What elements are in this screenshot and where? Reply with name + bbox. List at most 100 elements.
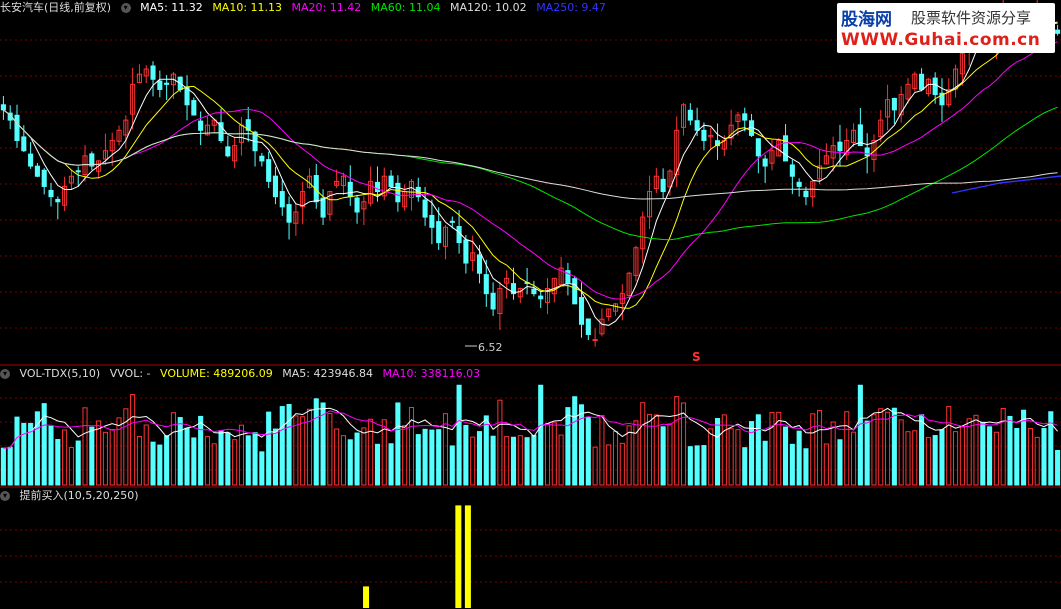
volume-bar (327, 413, 333, 486)
candle-body (191, 100, 197, 116)
candle-body (259, 155, 265, 162)
logo-subtitle: 股票软件资源分享 (911, 9, 1032, 27)
volume-bar (293, 415, 299, 486)
dropdown-circle-icon[interactable]: ▾ (0, 369, 10, 379)
volume-bar (211, 443, 217, 486)
volume-bar (218, 430, 224, 486)
volume-bar (585, 416, 591, 486)
volume-bar (755, 414, 761, 486)
volume-bar (116, 417, 122, 486)
volume-bar (803, 448, 809, 486)
volume-bar (1027, 428, 1033, 486)
candle-body (422, 199, 428, 218)
candle-body (483, 274, 489, 295)
volume-bar (136, 435, 142, 486)
candle-body (14, 114, 20, 142)
signal-bars (363, 505, 471, 608)
volume-bar (313, 398, 319, 486)
candle-body (803, 190, 809, 198)
volume-bar (769, 411, 775, 486)
volume-bar (919, 414, 925, 486)
candle-body (919, 73, 925, 90)
volume-value: VOLUME: 489206.09 (160, 367, 273, 380)
ma250-value: MA250: 9.47 (536, 1, 606, 14)
candle-body (286, 204, 292, 223)
volume-bar (1034, 436, 1040, 486)
volume-header: ▾ VOL-TDX(5,10) VVOL: - VOLUME: 489206.0… (0, 366, 486, 382)
candle-body (225, 146, 231, 157)
volume-bar (531, 434, 537, 486)
volume-bar (857, 384, 863, 486)
candle-body (55, 198, 61, 203)
candle-body (198, 120, 204, 131)
volume-bar (483, 415, 489, 486)
volume-bar (21, 422, 27, 486)
volume-bar (395, 402, 401, 486)
volume-bar (851, 431, 857, 486)
volume-ma10-value: MA10: 338116.03 (382, 367, 481, 380)
dropdown-circle-icon[interactable]: ▾ (0, 491, 10, 501)
candle-body (762, 158, 768, 167)
candle-body (538, 295, 544, 300)
candle-body (41, 169, 47, 187)
candle-body (932, 77, 938, 96)
volume-bar (891, 407, 897, 486)
volume-bar (714, 418, 721, 486)
volume-bar (96, 420, 102, 486)
volume-bar (708, 428, 714, 486)
volume-bar (925, 437, 931, 486)
volume-bar (225, 432, 231, 486)
volume-bar (885, 411, 891, 486)
volume-bar (939, 429, 945, 486)
chart-area[interactable]: 6.52 S (0, 0, 1061, 609)
candle-body (21, 136, 27, 152)
low-price-label: 6.52 (478, 341, 503, 354)
candle-body (374, 181, 381, 193)
volume-bar (735, 429, 741, 486)
moving-average-lines (3, 21, 1061, 326)
volume-bar (871, 414, 877, 486)
volume-bar (864, 420, 870, 486)
volume-bar (674, 396, 680, 486)
volume-bar (204, 436, 210, 486)
candle-body (34, 165, 40, 177)
logo-title: 股海网 (841, 10, 892, 30)
ma10-line (3, 22, 1058, 309)
candle-body (463, 239, 469, 264)
volume-bar (463, 424, 469, 486)
candle-body (891, 97, 897, 111)
volume-bar (1055, 449, 1061, 486)
volume-bar (504, 436, 510, 486)
ma5-line (3, 21, 1058, 326)
volume-bar (619, 442, 625, 486)
volume-bar (578, 404, 585, 486)
volume-bar (640, 402, 646, 486)
volume-bar (266, 411, 272, 486)
volume-bar (177, 417, 183, 486)
volume-bar (517, 435, 523, 486)
volume-bar (667, 423, 673, 486)
volume-bar (191, 437, 197, 486)
volume-bar (334, 428, 340, 486)
volume-bar (68, 447, 74, 486)
volume-bar (687, 446, 693, 486)
volume-bar (470, 436, 476, 486)
volume-bar (558, 434, 564, 486)
volume-bar (55, 439, 61, 486)
volume-bar (422, 428, 428, 486)
signal-bar (464, 505, 471, 608)
volume-bar (789, 443, 795, 486)
candle-body (660, 178, 666, 193)
ma20-value: MA20: 11.42 (291, 1, 362, 14)
candle-body (783, 135, 789, 162)
candle-body (1055, 29, 1061, 34)
volume-bar (878, 408, 884, 486)
volume-bar (953, 431, 959, 486)
candle-body (490, 292, 496, 310)
candle-body (320, 197, 326, 218)
volume-bar (694, 445, 700, 486)
volume-bar (245, 435, 251, 486)
volume-bar (565, 407, 571, 486)
dropdown-circle-icon[interactable]: ▾ (120, 3, 131, 13)
volume-bar (728, 428, 734, 486)
